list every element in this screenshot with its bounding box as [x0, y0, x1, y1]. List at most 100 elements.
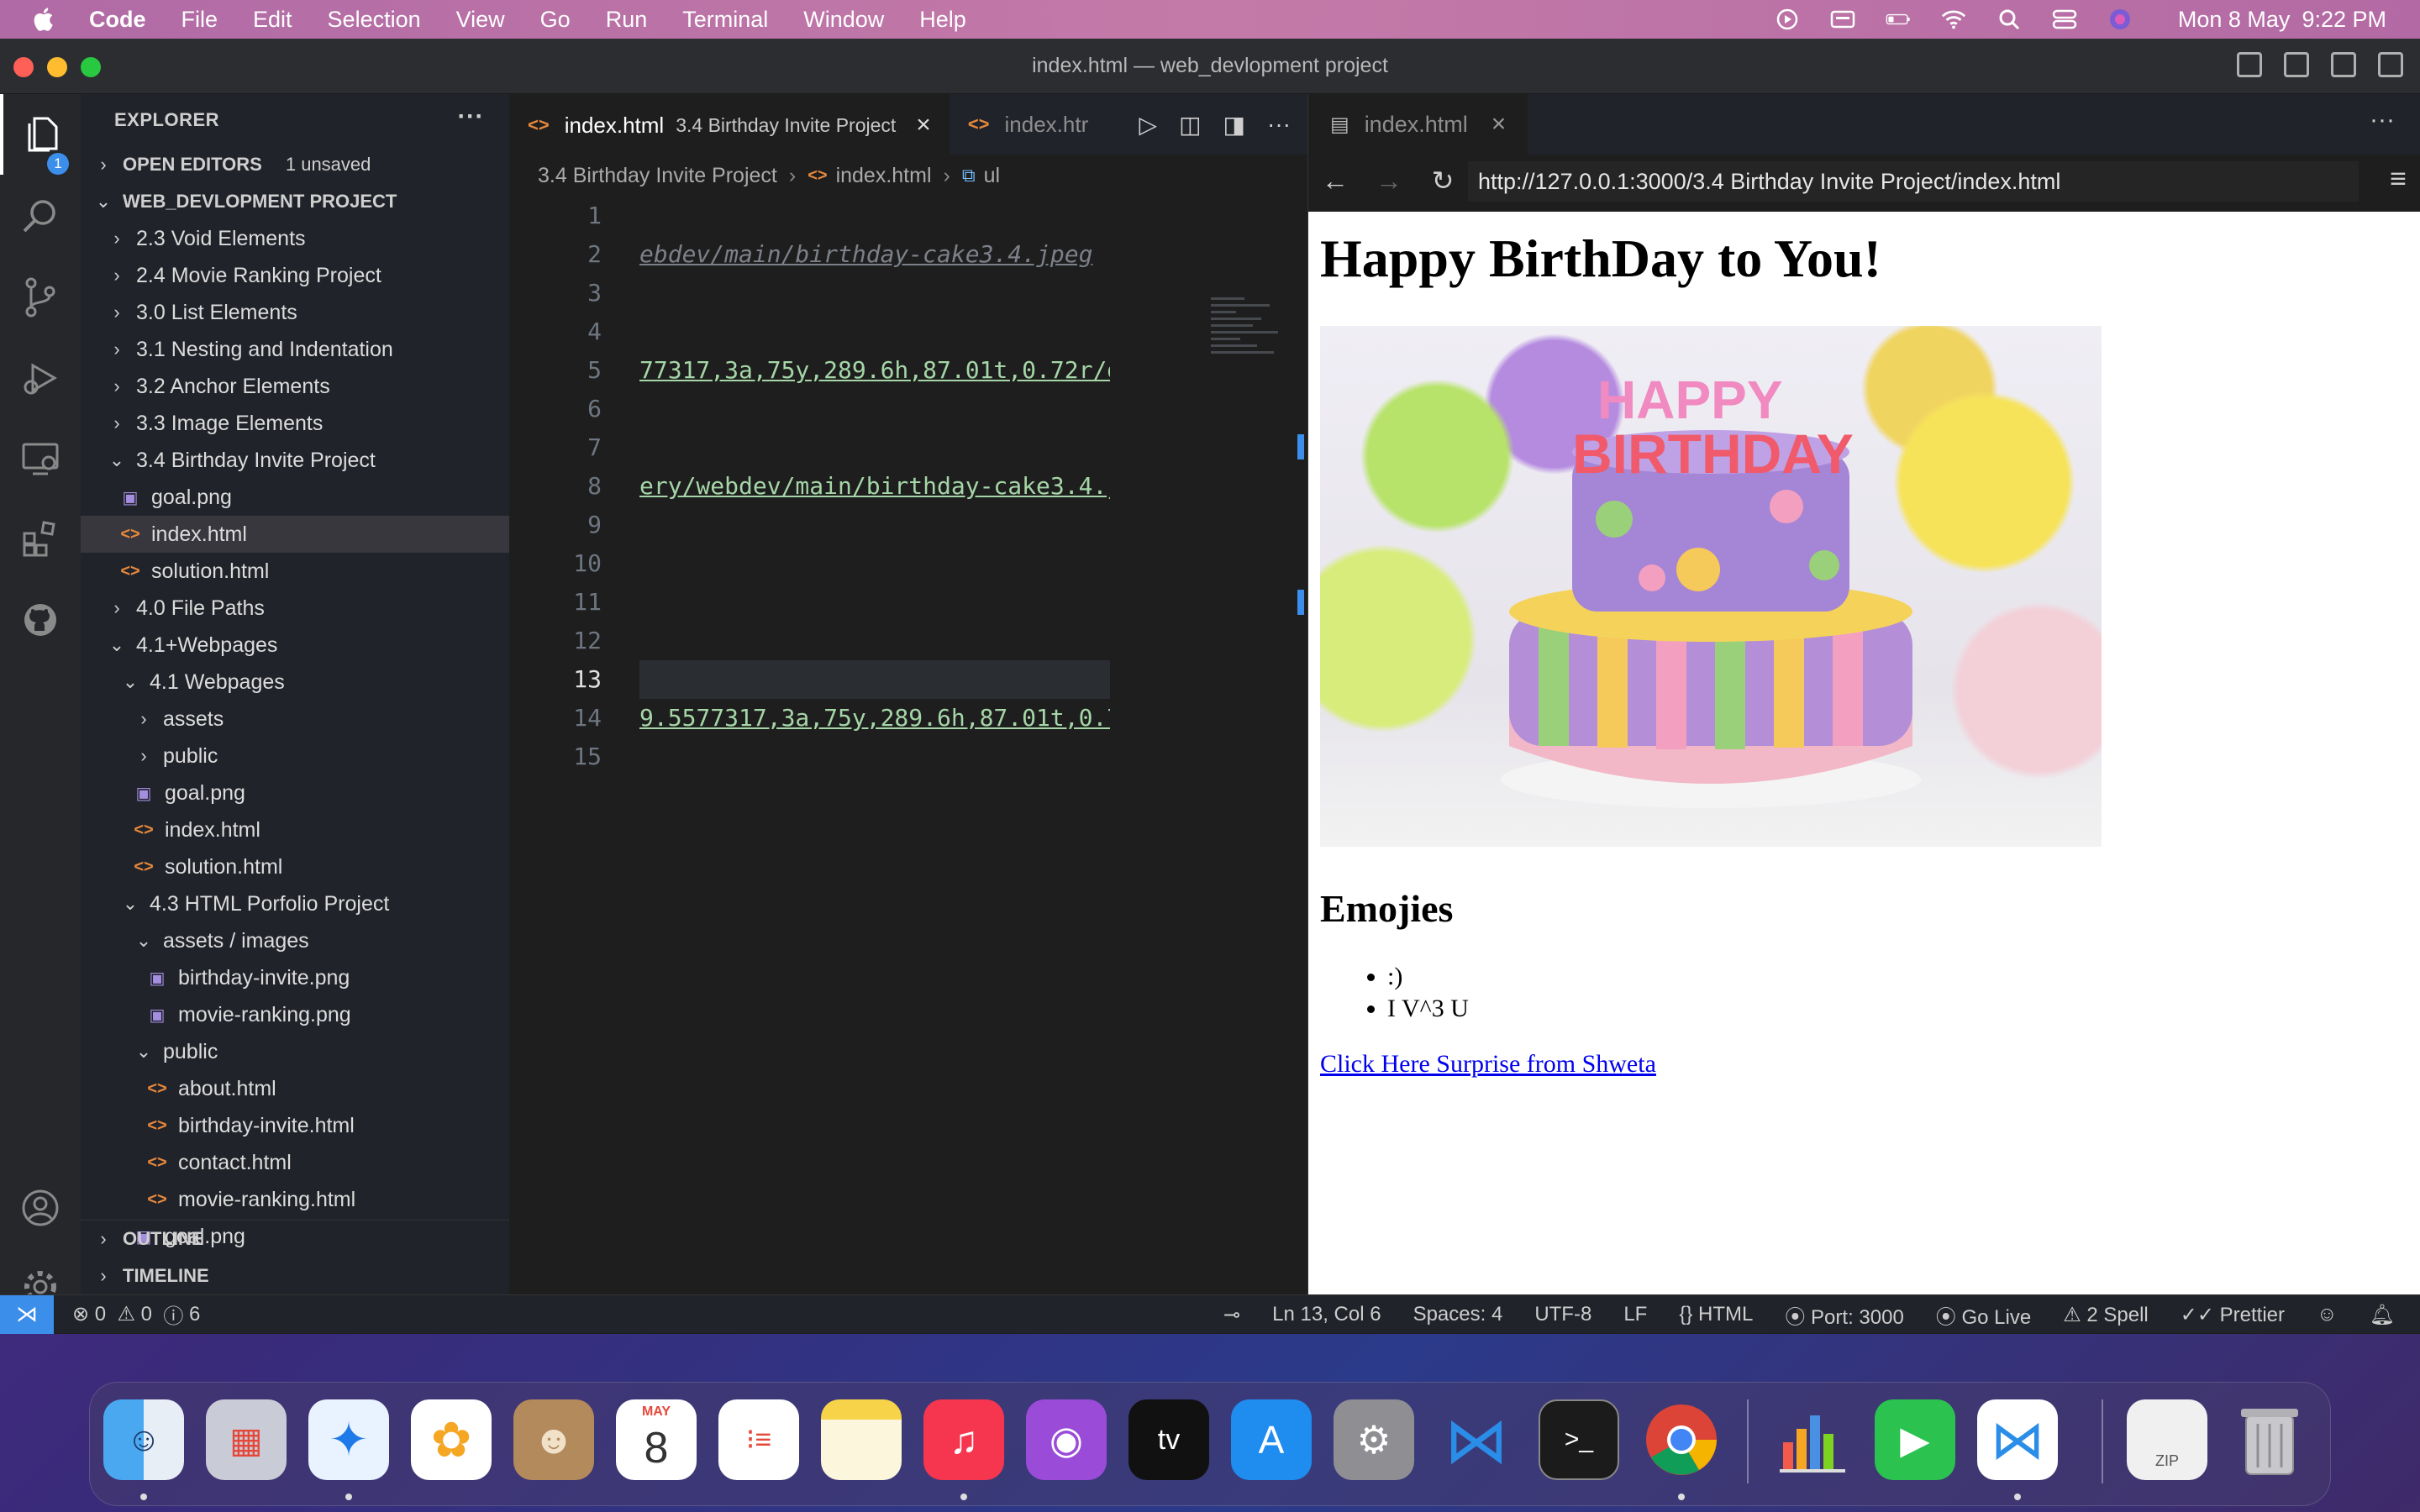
apple-tv-icon[interactable]: tv	[1128, 1399, 1209, 1480]
zip-archive-icon[interactable]: ZIP	[2127, 1399, 2207, 1480]
menu-icon[interactable]: ≡	[2390, 163, 2407, 196]
tree-file[interactable]: <> birthday-invite.html	[81, 1107, 509, 1144]
trash-icon[interactable]	[2229, 1399, 2310, 1480]
notes-icon[interactable]	[821, 1399, 902, 1480]
tree-folder[interactable]: › 3.0 List Elements	[81, 294, 509, 331]
more-actions-icon[interactable]: ···	[1267, 111, 1291, 138]
reminders-icon[interactable]: ⁝≡	[718, 1399, 799, 1480]
breadcrumb-file[interactable]: index.html	[836, 164, 932, 188]
tree-file[interactable]: <> index.html	[81, 811, 509, 848]
string-link[interactable]: 9.5577317,3a,75y,289.6h,87.01t,0.72r/d	[639, 704, 1110, 732]
apple-logo-icon[interactable]	[30, 5, 59, 34]
menu-selection[interactable]: Selection	[328, 7, 421, 33]
back-arrow-icon[interactable]: ←	[1308, 165, 1362, 197]
music-icon[interactable]: ♫	[923, 1399, 1004, 1480]
language-mode[interactable]: {} HTML	[1679, 1303, 1753, 1326]
github-activity[interactable]	[18, 598, 62, 642]
podcasts-icon[interactable]: ◉	[1026, 1399, 1107, 1480]
minimap[interactable]	[1211, 297, 1286, 381]
tree-file[interactable]: ▣ movie-ranking.png	[81, 996, 509, 1033]
menu-view[interactable]: View	[456, 7, 505, 33]
tree-folder[interactable]: › 3.3 Image Elements	[81, 405, 509, 442]
tree-folder[interactable]: › 2.3 Void Elements	[81, 220, 509, 257]
string-link[interactable]: 77317,3a,75y,289.6h,87.01t,0.72r/data=	[639, 356, 1110, 384]
reload-icon[interactable]: ↻	[1416, 165, 1470, 197]
toggle-primary-sidebar-icon[interactable]	[2237, 52, 2262, 77]
remote-indicator-icon[interactable]: ⋊	[0, 1294, 54, 1334]
scrollbar-marker[interactable]	[1297, 434, 1304, 459]
split-editor-icon[interactable]: ◨	[1223, 111, 1245, 139]
safari-icon[interactable]: ✦	[308, 1399, 389, 1480]
project-root-section[interactable]: ⌄ WEB_DEVLOPMENT PROJECT	[81, 183, 509, 220]
menubar-clock[interactable]: Mon 8 May 9:22 PM	[2166, 7, 2386, 33]
prettier-status[interactable]: ✓✓ Prettier	[2181, 1303, 2285, 1327]
go-live-button[interactable]: ⦿ Go Live	[1936, 1300, 2031, 1330]
indentation[interactable]: Spaces: 4	[1413, 1303, 1503, 1326]
notifications-bell-icon[interactable]: 🔔︎	[2370, 1303, 2395, 1327]
tree-folder[interactable]: › 3.2 Anchor Elements	[81, 368, 509, 405]
control-center-icon[interactable]	[2052, 8, 2077, 30]
close-tab-icon[interactable]: ×	[1491, 110, 1507, 139]
menu-file[interactable]: File	[182, 7, 218, 33]
wifi-icon[interactable]	[1941, 8, 1966, 30]
chrome-icon[interactable]	[1641, 1399, 1722, 1480]
customize-layout-icon[interactable]	[2378, 52, 2403, 77]
vscode-icon[interactable]: ⋈	[1436, 1399, 1517, 1480]
end-of-line[interactable]: LF	[1623, 1303, 1647, 1326]
explorer-activity[interactable]: 1	[0, 94, 81, 175]
photos-icon[interactable]: ✿	[411, 1399, 492, 1480]
menu-run[interactable]: Run	[606, 7, 648, 33]
more-actions-icon[interactable]: ···	[2370, 106, 2395, 134]
forward-arrow-icon[interactable]: →	[1362, 165, 1416, 197]
tree-file[interactable]: <> solution.html	[81, 848, 509, 885]
play-circle-icon[interactable]	[1775, 8, 1800, 30]
app-store-icon[interactable]: A	[1231, 1399, 1312, 1480]
remote-explorer-activity[interactable]	[18, 437, 62, 480]
code-editor[interactable]: 1 2 3 4 5 6 7 8 9 10 11 12 13 14 15 ebde…	[509, 197, 1307, 1294]
system-settings-icon[interactable]: ⚙	[1334, 1399, 1414, 1480]
string-link[interactable]: ery/webdev/main/birthday-cake3.4.jpeg	[639, 472, 1110, 500]
menu-help[interactable]: Help	[919, 7, 966, 33]
editor-tab-active[interactable]: <> index.html 3.4 Birthday Invite Projec…	[509, 94, 950, 155]
tree-folder-open[interactable]: ⌄ 4.3 HTML Porfolio Project	[81, 885, 509, 922]
tree-file[interactable]: ▣ birthday-invite.png	[81, 959, 509, 996]
menu-go[interactable]: Go	[540, 7, 571, 33]
tree-folder-open[interactable]: ⌄ 3.4 Birthday Invite Project	[81, 442, 509, 479]
menu-window[interactable]: Window	[803, 7, 884, 33]
spotlight-search-icon[interactable]	[1996, 8, 2022, 30]
open-editors-section[interactable]: › OPEN EDITORS 1 unsaved	[81, 146, 509, 183]
cursor-position[interactable]: Ln 13, Col 6	[1272, 1303, 1381, 1326]
accounts-activity[interactable]	[18, 1186, 62, 1230]
tree-file[interactable]: ▣ goal.png	[81, 479, 509, 516]
menu-terminal[interactable]: Terminal	[682, 7, 768, 33]
run-debug-activity[interactable]	[18, 356, 62, 400]
code-lines[interactable]: ebdev/main/birthday-cake3.4.jpeg --> 773…	[639, 197, 1110, 776]
launchpad-icon[interactable]: ▦	[206, 1399, 287, 1480]
spell-checker[interactable]: ⚠ 2 Spell	[2063, 1303, 2149, 1327]
finder-icon[interactable]: ☺	[103, 1399, 184, 1480]
battery-icon[interactable]	[1886, 8, 1911, 30]
tree-file[interactable]: <> about.html	[81, 1070, 509, 1107]
breadcrumb-symbol[interactable]: ul	[984, 164, 1000, 188]
tree-folder[interactable]: › 3.1 Nesting and Indentation	[81, 331, 509, 368]
surprise-link[interactable]: Click Here Surprise from Shweta	[1320, 1050, 1656, 1079]
tree-file-selected[interactable]: <> index.html	[81, 516, 509, 553]
open-preview-icon[interactable]: ◫	[1179, 111, 1201, 139]
scrollbar-marker[interactable]	[1297, 590, 1304, 615]
vscode-insiders-icon[interactable]: ⋈	[1977, 1399, 2058, 1480]
live-server-port[interactable]: ⦿ Port: 3000	[1785, 1300, 1903, 1330]
toggle-secondary-sidebar-icon[interactable]	[2331, 52, 2356, 77]
close-tab-icon[interactable]: ×	[916, 111, 931, 139]
tree-folder-open[interactable]: ⌄ assets / images	[81, 922, 509, 959]
menu-app-name[interactable]: Code	[89, 7, 146, 33]
facetime-icon[interactable]: ▶	[1875, 1399, 1955, 1480]
url-input[interactable]: http://127.0.0.1:3000/3.4 Birthday Invit…	[1468, 161, 2359, 202]
problems-indicator[interactable]: ⊗ 0 ⚠ 0 ⓘ 6	[72, 1299, 200, 1329]
keyboard-icon[interactable]	[1830, 8, 1855, 30]
search-activity[interactable]	[18, 195, 62, 239]
breadcrumb-folder[interactable]: 3.4 Birthday Invite Project	[538, 164, 777, 188]
git-commit-icon[interactable]: ⊸	[1223, 1303, 1240, 1327]
tree-folder[interactable]: › public	[81, 738, 509, 774]
numbers-icon[interactable]	[1772, 1399, 1853, 1480]
contacts-icon[interactable]: ☻	[513, 1399, 594, 1480]
